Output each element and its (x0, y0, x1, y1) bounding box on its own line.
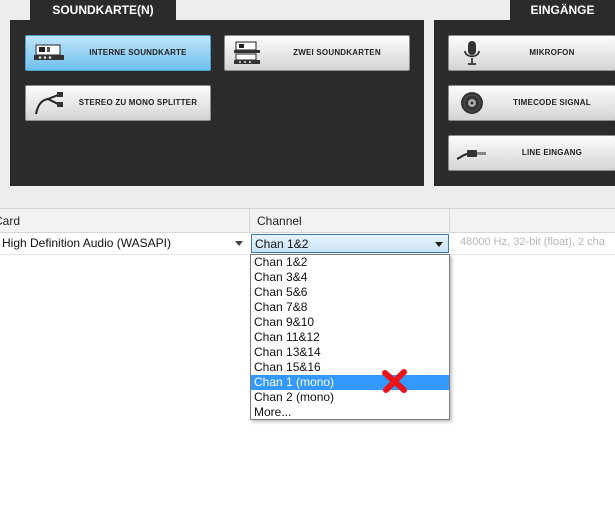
mikrofon-button[interactable]: MIKROFON (448, 35, 615, 71)
dropdown-option[interactable]: Chan 13&14 (251, 345, 449, 360)
dropdown-option[interactable]: Chan 11&12 (251, 330, 449, 345)
interne-soundkarte-label: INTERNE SOUNDKARTE (89, 48, 187, 57)
column-header-channel[interactable]: Channel (257, 209, 302, 233)
dropdown-option[interactable]: Chan 7&8 (251, 300, 449, 315)
soundcard-icon (26, 36, 72, 70)
tab-eingange[interactable]: EINGÄNGE (510, 0, 615, 21)
line-cable-icon (449, 136, 495, 170)
dropdown-option[interactable]: Chan 3&4 (251, 270, 449, 285)
splitter-cable-icon (26, 86, 72, 120)
channel-select[interactable]: Chan 1&2 (251, 234, 449, 253)
two-soundcards-icon (225, 36, 271, 70)
red-x-annotation-icon (382, 369, 407, 393)
dropdown-option[interactable]: Chan 5&6 (251, 285, 449, 300)
column-divider[interactable] (449, 209, 450, 233)
line-eingang-button[interactable]: LINE EINGANG (448, 135, 615, 171)
timecode-signal-button[interactable]: TIMECODE SIGNAL (448, 85, 615, 121)
dropdown-option[interactable]: Chan 15&16 (251, 360, 449, 375)
dropdown-option[interactable]: Chan 1&2 (251, 255, 449, 270)
channel-select-value: Chan 1&2 (255, 237, 309, 251)
mikrofon-label: MIKROFON (529, 48, 575, 57)
format-value: 48000 Hz, 32-bit (float), 2 cha (460, 236, 605, 248)
timecode-signal-label: TIMECODE SIGNAL (513, 98, 591, 107)
column-divider[interactable] (249, 209, 250, 233)
microphone-icon (449, 36, 495, 70)
card-dropdown-arrow-icon[interactable] (235, 241, 243, 246)
channel-dropdown-arrow-icon[interactable] (435, 242, 443, 247)
vinyl-record-icon (449, 86, 495, 120)
dropdown-option-highlighted[interactable]: Chan 1 (mono) (251, 375, 449, 390)
interne-soundkarte-button[interactable]: INTERNE SOUNDKARTE (25, 35, 211, 71)
dropdown-option[interactable]: Chan 2 (mono) (251, 390, 449, 405)
dropdown-option-more[interactable]: More... (251, 405, 449, 420)
tab-soundkarte[interactable]: SOUNDKARTE(N) (30, 0, 176, 21)
column-header-card[interactable]: Card (0, 209, 20, 233)
dropdown-option[interactable]: Chan 9&10 (251, 315, 449, 330)
channel-dropdown-list: Chan 1&2 Chan 3&4 Chan 5&6 Chan 7&8 Chan… (250, 254, 450, 420)
table-header: Card Channel (0, 208, 615, 233)
stereo-mono-splitter-label: STEREO ZU MONO SPLITTER (78, 98, 198, 107)
zwei-soundkarten-label: ZWEI SOUNDKARTEN (293, 48, 381, 57)
line-eingang-label: LINE EINGANG (521, 148, 583, 157)
zwei-soundkarten-button[interactable]: ZWEI SOUNDKARTEN (224, 35, 410, 71)
stereo-mono-splitter-button[interactable]: STEREO ZU MONO SPLITTER (25, 85, 211, 121)
card-value[interactable]: High Definition Audio (WASAPI) (2, 236, 171, 250)
